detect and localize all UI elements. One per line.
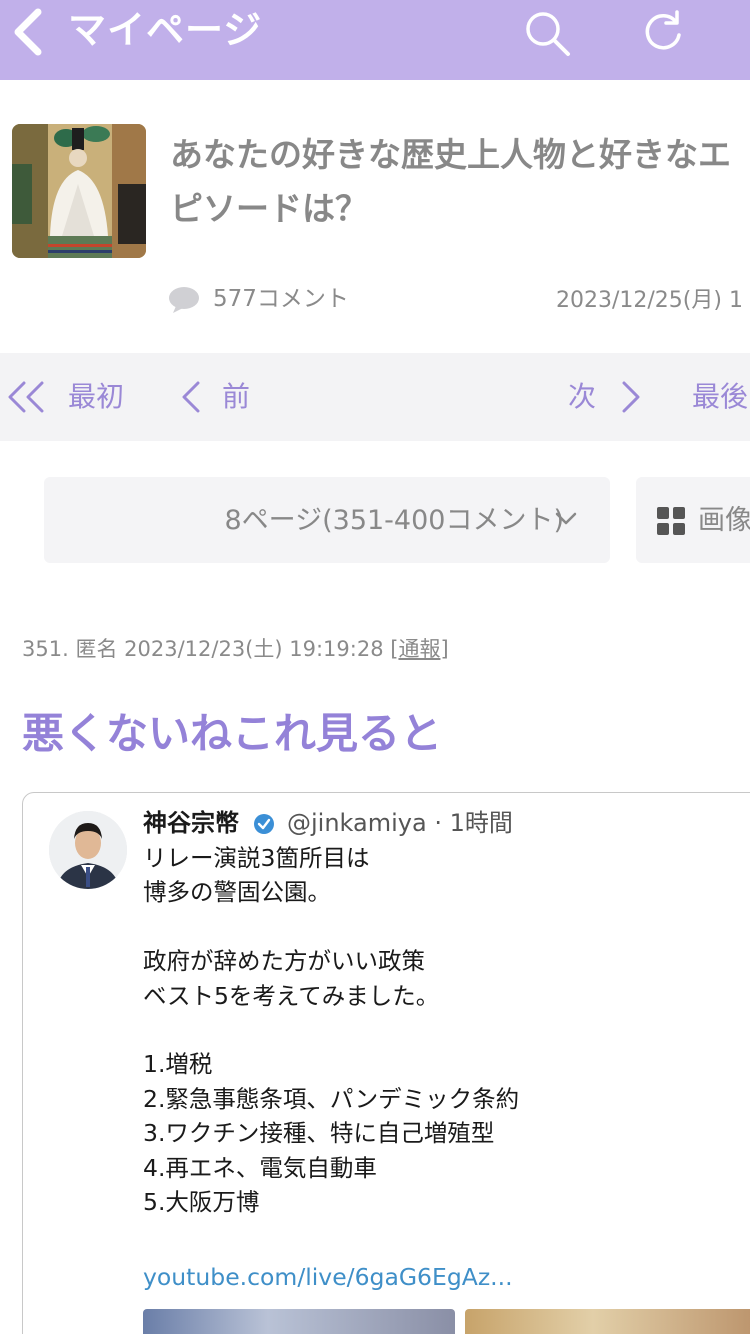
first-page-button[interactable]: 最初 [6, 375, 124, 419]
refresh-icon [645, 10, 681, 50]
next-page-button[interactable]: 次 [568, 375, 642, 419]
tweet-line [143, 1013, 519, 1047]
tweet-media-thumbnail [143, 1309, 455, 1334]
tweet-line: 5.大阪万博 [143, 1187, 260, 1216]
article-title-line: ピソードは？ [170, 189, 368, 228]
verified-badge-icon [254, 814, 274, 834]
tweet-text: リレー演説3箇所目は 博多の警固公園。 政府が辞めた方がいい政策 ベスト5を考え… [143, 841, 519, 1219]
avatar [49, 811, 127, 889]
embedded-tweet-image[interactable]: 神谷宗幣 @jinkamiya · 1時間 リレー演説3箇所目は 博多の警固公園… [22, 792, 750, 1334]
person-avatar-icon [49, 811, 127, 889]
chevron-down-icon [555, 512, 577, 525]
tweet-line: 4.再エネ、電気自動車 [143, 1153, 377, 1182]
back-button[interactable] [6, 8, 54, 56]
prev-page-button[interactable]: 前 [180, 375, 250, 419]
tweet-line: リレー演説3箇所目は [143, 844, 370, 872]
page-select-label: 8ページ(351-400コメント) [224, 505, 564, 536]
tweet-line: 1.増税 [143, 1050, 213, 1079]
search-icon [526, 12, 570, 56]
page-select-dropdown[interactable]: 8ページ(351-400コメント) [44, 477, 610, 563]
tweet-line [143, 910, 519, 944]
comment-count: 577コメント [213, 286, 349, 312]
prev-page-label: 前 [222, 380, 251, 413]
double-chevron-left-icon [8, 381, 44, 413]
tweet-author-name: 神谷宗幣 [143, 809, 239, 837]
image-view-button[interactable]: 画像 [636, 477, 750, 563]
speech-bubble-icon [169, 287, 199, 313]
image-view-label: 画像 [698, 505, 750, 536]
tweet-media-thumbnail [465, 1309, 750, 1334]
tweet-line: 政府が辞めた方がいい政策 [143, 947, 425, 976]
report-link[interactable]: 通報 [398, 637, 440, 661]
refresh-button[interactable] [640, 8, 686, 54]
tweet-line: 博多の警固公園。 [143, 878, 331, 907]
tweet-line: 2.緊急事態条項、パンデミック条約 [143, 1084, 520, 1113]
page-title: マイページ [68, 8, 263, 52]
comment-body: 悪くないねこれ見ると [22, 709, 443, 758]
top-nav-bar: マイページ [0, 0, 750, 80]
tweet-line: ベスト5を考えてみました。 [143, 981, 440, 1010]
tweet-handle-time: @jinkamiya · 1時間 [287, 809, 513, 837]
tweet-line: 3.ワクチン接種、特に自己増殖型 [143, 1119, 495, 1148]
post-date: 2023/12/25(月) 1 [556, 288, 743, 313]
article-title-line: あなたの好きな歴史上人物と好きなエ [170, 135, 731, 174]
chevron-left-icon [14, 8, 42, 56]
comment-number: 351. [22, 637, 69, 661]
grid-icon [657, 507, 685, 535]
article-thumbnail[interactable] [12, 124, 146, 258]
chevron-right-icon [622, 381, 640, 413]
comment-meta: 351. 匿名 2023/12/23(土) 19:19:28 [通報] [22, 632, 449, 666]
comment-author: 匿名 [75, 637, 118, 661]
article-title[interactable]: あなたの好きな歴史上人物と好きなエ ピソードは？ [170, 128, 750, 236]
next-page-label: 次 [568, 380, 597, 413]
chevron-left-icon [182, 381, 200, 413]
tweet-link: youtube.com/live/6gaG6EgAz... [143, 1263, 513, 1291]
comment-datetime: 2023/12/23(土) 19:19:28 [124, 637, 384, 661]
report-bracket-close: ] [440, 637, 449, 661]
first-page-label: 最初 [68, 380, 125, 413]
last-page-label: 最後 [692, 380, 749, 413]
search-button[interactable] [522, 8, 572, 58]
portrait-painting-image [12, 124, 146, 258]
last-page-button[interactable]: 最後 [692, 375, 748, 419]
pagination-bar: 最初 前 次 最後 [0, 353, 750, 441]
